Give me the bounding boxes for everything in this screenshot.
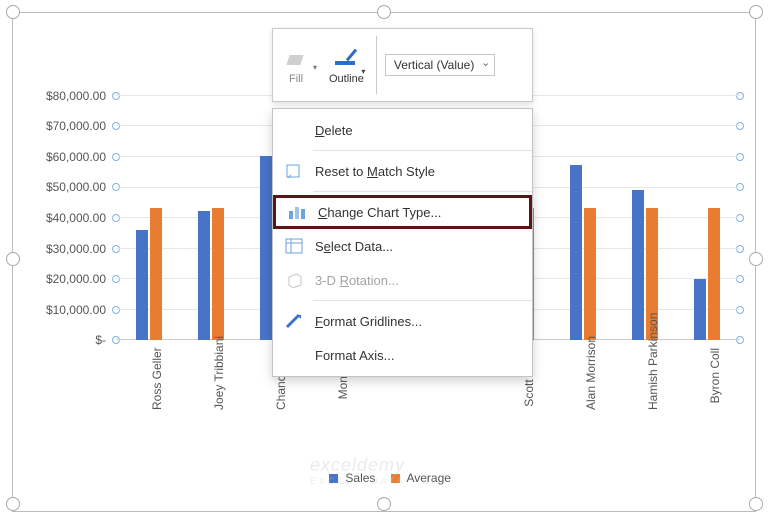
- axis-selector-value: Vertical (Value): [394, 58, 474, 72]
- cube-icon: [283, 270, 305, 290]
- reset-style-icon: [283, 161, 305, 181]
- y-tick: $30,000.00: [28, 242, 106, 256]
- chart-legend[interactable]: Sales Average: [28, 471, 740, 485]
- legend-swatch-average: [391, 474, 400, 483]
- bar-sales[interactable]: [570, 165, 582, 340]
- selection-handle[interactable]: [749, 252, 763, 266]
- menu-3d-rotation: 3-D Rotation...: [273, 263, 532, 297]
- selection-handle[interactable]: [6, 5, 20, 19]
- menu-change-chart-type[interactable]: Change Chart Type...: [273, 195, 532, 229]
- y-tick: $80,000.00: [28, 89, 106, 103]
- format-gridlines-icon: [283, 311, 305, 331]
- fill-label: Fill: [289, 73, 303, 85]
- bar-average[interactable]: [212, 208, 224, 340]
- blank-icon: [283, 345, 305, 365]
- x-tick: Ross Geller: [150, 348, 164, 410]
- menu-select-data[interactable]: Select Data...: [273, 229, 532, 263]
- menu-delete[interactable]: Delete: [273, 113, 532, 147]
- bar-sales[interactable]: [694, 279, 706, 340]
- y-tick: $60,000.00: [28, 150, 106, 164]
- menu-reset-match-style[interactable]: Reset to Match Style: [273, 154, 532, 188]
- y-tick: $10,000.00: [28, 303, 106, 317]
- selection-handle[interactable]: [749, 5, 763, 19]
- bar-sales[interactable]: [632, 190, 644, 340]
- x-tick: Alan Morrison: [584, 348, 598, 410]
- y-axis[interactable]: $80,000.00 $70,000.00 $60,000.00 $50,000…: [28, 95, 106, 340]
- bar-average[interactable]: [708, 208, 720, 340]
- selection-handle[interactable]: [377, 5, 391, 19]
- bar-average[interactable]: [584, 208, 596, 340]
- y-tick: $40,000.00: [28, 211, 106, 225]
- outline-pen-icon: ▾: [333, 45, 359, 71]
- y-tick: $50,000.00: [28, 180, 106, 194]
- fill-bucket-icon: [283, 45, 309, 71]
- menu-label: Format Axis...: [315, 348, 394, 363]
- mini-toolbar: Fill ▾ Outline Vertical (Value): [272, 28, 533, 102]
- y-tick: $70,000.00: [28, 119, 106, 133]
- selection-handle[interactable]: [749, 497, 763, 511]
- x-tick: Byron Coll: [708, 348, 722, 410]
- menu-format-gridlines[interactable]: Format Gridlines...: [273, 304, 532, 338]
- bar-sales[interactable]: [198, 211, 210, 340]
- menu-format-axis[interactable]: Format Axis...: [273, 338, 532, 372]
- fill-button[interactable]: Fill: [273, 39, 319, 91]
- toolbar-divider: [376, 36, 377, 94]
- x-tick: Joey Tribbiani: [212, 348, 226, 410]
- context-menu: Delete Reset to Match Style Change Chart…: [272, 108, 533, 377]
- bar-sales[interactable]: [260, 156, 272, 340]
- blank-icon: [283, 120, 305, 140]
- outline-label: Outline: [329, 73, 364, 85]
- bar-sales[interactable]: [136, 230, 148, 340]
- outline-button[interactable]: ▾ Outline: [319, 39, 374, 91]
- select-data-icon: [283, 236, 305, 256]
- legend-label-average: Average: [406, 471, 450, 485]
- selection-handle[interactable]: [377, 497, 391, 511]
- axis-selector-dropdown[interactable]: Vertical (Value): [385, 54, 495, 76]
- legend-label-sales: Sales: [345, 471, 375, 485]
- selection-handle[interactable]: [6, 252, 20, 266]
- selection-handle[interactable]: [6, 497, 20, 511]
- legend-swatch-sales: [329, 474, 338, 483]
- chart-type-icon: [286, 202, 308, 222]
- y-tick: $20,000.00: [28, 272, 106, 286]
- x-tick: Hamish Parkinson: [646, 348, 660, 410]
- bar-average[interactable]: [150, 208, 162, 340]
- y-tick: $-: [28, 333, 106, 347]
